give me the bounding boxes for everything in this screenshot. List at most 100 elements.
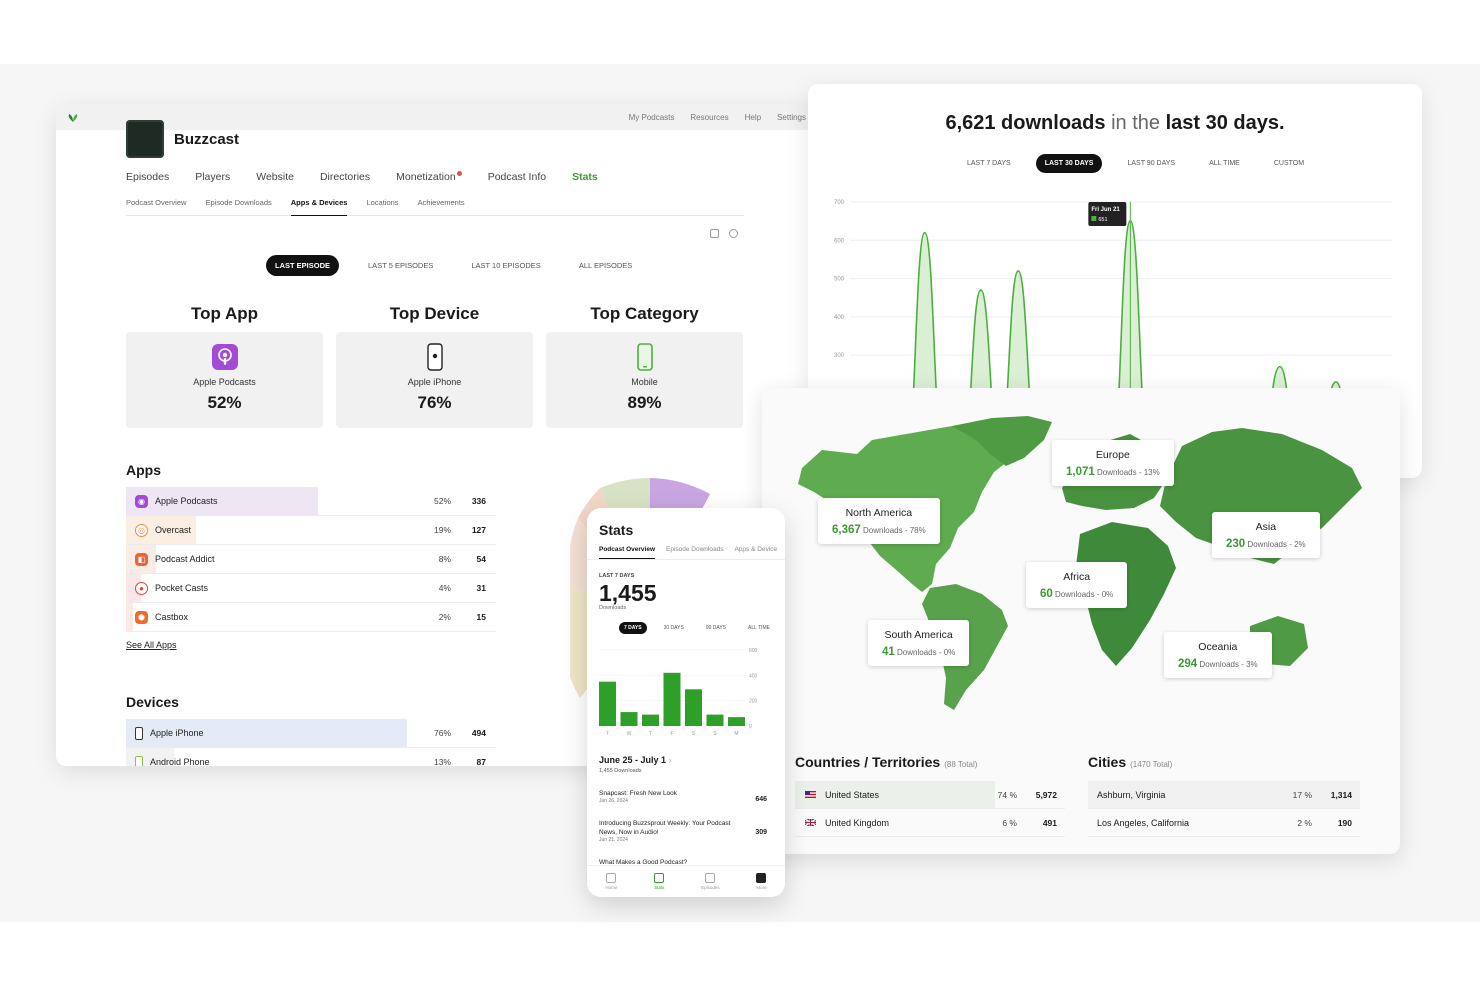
- city-row[interactable]: Los Angeles, California 2 % 190: [1088, 809, 1360, 837]
- nav-episodes[interactable]: Episodes: [126, 171, 169, 183]
- top-category-card: Top Category Mobile 89%: [546, 304, 743, 428]
- y-tick-label: 300: [834, 353, 845, 359]
- app-row[interactable]: ● Pocket Casts 4% 31: [126, 574, 496, 603]
- top-link-resources[interactable]: Resources: [690, 113, 728, 122]
- phone-bottom-tab-home[interactable]: Home: [605, 873, 617, 890]
- phone-bar[interactable]: [663, 672, 681, 726]
- podcast-header: Buzzcast: [126, 120, 239, 158]
- top-link-help[interactable]: Help: [745, 113, 761, 122]
- subnav-apps-devices[interactable]: Apps & Devices: [290, 198, 348, 216]
- nav-stats[interactable]: Stats: [572, 171, 598, 183]
- nav-website[interactable]: Website: [256, 171, 294, 183]
- countries-title-text: Countries / Territories: [795, 754, 941, 770]
- region-count: 230: [1226, 538, 1246, 550]
- castbox-icon: ⬢: [135, 610, 148, 624]
- phone-tab-episode-downloads[interactable]: Episode Downloads: [666, 546, 723, 559]
- download-icon[interactable]: [710, 229, 719, 238]
- app-row[interactable]: ◎ Overcast 19% 127: [126, 516, 496, 545]
- episode-count: 646: [755, 796, 767, 803]
- app-count: 54: [476, 554, 486, 564]
- country-row[interactable]: United States 74 % 5,972: [795, 781, 1065, 809]
- top-link-my-podcasts[interactable]: My Podcasts: [629, 113, 675, 122]
- region-tooltip-asia: Asia 230 Downloads - 2%: [1212, 512, 1320, 558]
- filter-last-5-episodes[interactable]: LAST 5 EPISODES: [359, 255, 442, 276]
- app-pct: 2%: [438, 612, 451, 622]
- phone-range-title[interactable]: June 25 - July 1 ›: [599, 755, 672, 765]
- app-row[interactable]: ◧ Podcast Addict 8% 54: [126, 545, 496, 574]
- phone-bar[interactable]: [599, 681, 616, 726]
- phone-bottom-tab-stats[interactable]: Stats: [654, 873, 664, 890]
- region-share: Downloads - 0%: [1055, 590, 1114, 599]
- y-tick-label: 700: [834, 200, 845, 206]
- devices-list: Apple iPhone 76% 494 Android Phone 13% 8…: [126, 719, 496, 766]
- phone-tab-apps-device[interactable]: Apps & Device: [734, 546, 777, 559]
- app-row[interactable]: ◉ Apple Podcasts 52% 336: [126, 487, 496, 516]
- subnav-achievements[interactable]: Achievements: [418, 198, 465, 207]
- app-row[interactable]: ⬢ Castbox 2% 15: [126, 603, 496, 632]
- buzzsprout-logo-icon[interactable]: [66, 110, 80, 124]
- phone-range-7-days[interactable]: 7 DAYS: [619, 622, 647, 634]
- home-icon: [606, 873, 617, 883]
- phone-divider: [587, 559, 785, 560]
- phone-bar[interactable]: [642, 714, 659, 726]
- stats-icon: [654, 873, 665, 883]
- phone-bottom-tab-more[interactable]: More: [756, 873, 767, 890]
- device-count: 87: [476, 757, 486, 766]
- phone-range-30-days[interactable]: 30 DAYS: [659, 622, 689, 634]
- phone-bar[interactable]: [685, 689, 702, 726]
- downloads-period: last 30 days.: [1165, 112, 1285, 134]
- nav-players[interactable]: Players: [195, 171, 230, 183]
- phone-bar[interactable]: [706, 714, 724, 726]
- phone-range-all-time[interactable]: ALL TIME: [743, 622, 775, 634]
- range-all-time[interactable]: ALL TIME: [1200, 154, 1249, 173]
- phone-range-90-days[interactable]: 90 DAYS: [701, 622, 731, 634]
- app-pct: 8%: [438, 554, 451, 564]
- podcast-cover-image[interactable]: [126, 120, 164, 158]
- episodes-icon: [705, 873, 716, 883]
- phone-day-label: M: [734, 731, 738, 737]
- top-link-settings[interactable]: Settings: [777, 113, 806, 122]
- episode-date: Jun 26, 2024: [599, 798, 628, 805]
- filter-last-episode[interactable]: LAST EPISODE: [266, 255, 340, 276]
- phone-bar-chart[interactable]: 600 400 200 0 T W T F S S M: [597, 644, 777, 744]
- subnav-episode-downloads[interactable]: Episode Downloads: [205, 198, 271, 207]
- phone-bar[interactable]: [620, 712, 638, 726]
- region-share: Downloads - 3%: [1199, 660, 1258, 669]
- see-all-apps-link[interactable]: See All Apps: [126, 640, 177, 650]
- device-pct: 13%: [433, 757, 451, 766]
- country-row[interactable]: United Kingdom 6 % 491: [795, 809, 1065, 837]
- filter-all-episodes[interactable]: ALL EPISODES: [570, 255, 642, 276]
- phone-title: Stats: [599, 522, 634, 538]
- print-icon[interactable]: [729, 229, 738, 238]
- app-pct: 19%: [433, 525, 451, 535]
- world-map[interactable]: [762, 388, 1400, 728]
- filter-last-10-episodes[interactable]: LAST 10 EPISODES: [462, 255, 549, 276]
- sub-nav: Podcast Overview Episode Downloads Apps …: [126, 198, 744, 216]
- device-row[interactable]: Android Phone 13% 87: [126, 748, 496, 766]
- top-category-pct: 89%: [627, 393, 662, 412]
- range-last-30-days[interactable]: LAST 30 DAYS: [1035, 154, 1103, 173]
- device-row[interactable]: Apple iPhone 76% 494: [126, 719, 496, 748]
- phone-caption: LAST 7 DAYS: [599, 573, 635, 579]
- phone-bar[interactable]: [728, 717, 745, 726]
- phone-y-tick: 200: [749, 699, 758, 705]
- nav-directories[interactable]: Directories: [320, 171, 370, 183]
- nav-podcast-info[interactable]: Podcast Info: [488, 171, 546, 183]
- android-phone-icon: [135, 755, 143, 766]
- range-last-7-days[interactable]: LAST 7 DAYS: [958, 154, 1020, 173]
- phone-episode-row[interactable]: Snapcast: Fresh New Look Jun 26, 2024 64…: [599, 789, 767, 805]
- region-name: Asia: [1255, 521, 1277, 533]
- tab-label: More: [756, 885, 767, 890]
- city-row[interactable]: Ashburn, Virginia 17 % 1,314: [1088, 781, 1360, 809]
- phone-tab-podcast-overview[interactable]: Podcast Overview: [599, 546, 655, 559]
- phone-day-label: F: [670, 731, 673, 737]
- range-custom[interactable]: CUSTOM: [1265, 154, 1313, 173]
- subnav-locations[interactable]: Locations: [366, 198, 398, 207]
- nav-monetization[interactable]: Monetization: [396, 171, 462, 183]
- tooltip-value: 651: [1098, 217, 1107, 223]
- subnav-podcast-overview[interactable]: Podcast Overview: [126, 198, 186, 207]
- region-name: Europe: [1095, 449, 1130, 461]
- phone-episode-row[interactable]: Introducing Buzzsprout Weekly: Your Podc…: [599, 819, 767, 844]
- range-last-90-days[interactable]: LAST 90 DAYS: [1118, 154, 1184, 173]
- phone-bottom-tab-episodes[interactable]: Episodes: [701, 873, 720, 890]
